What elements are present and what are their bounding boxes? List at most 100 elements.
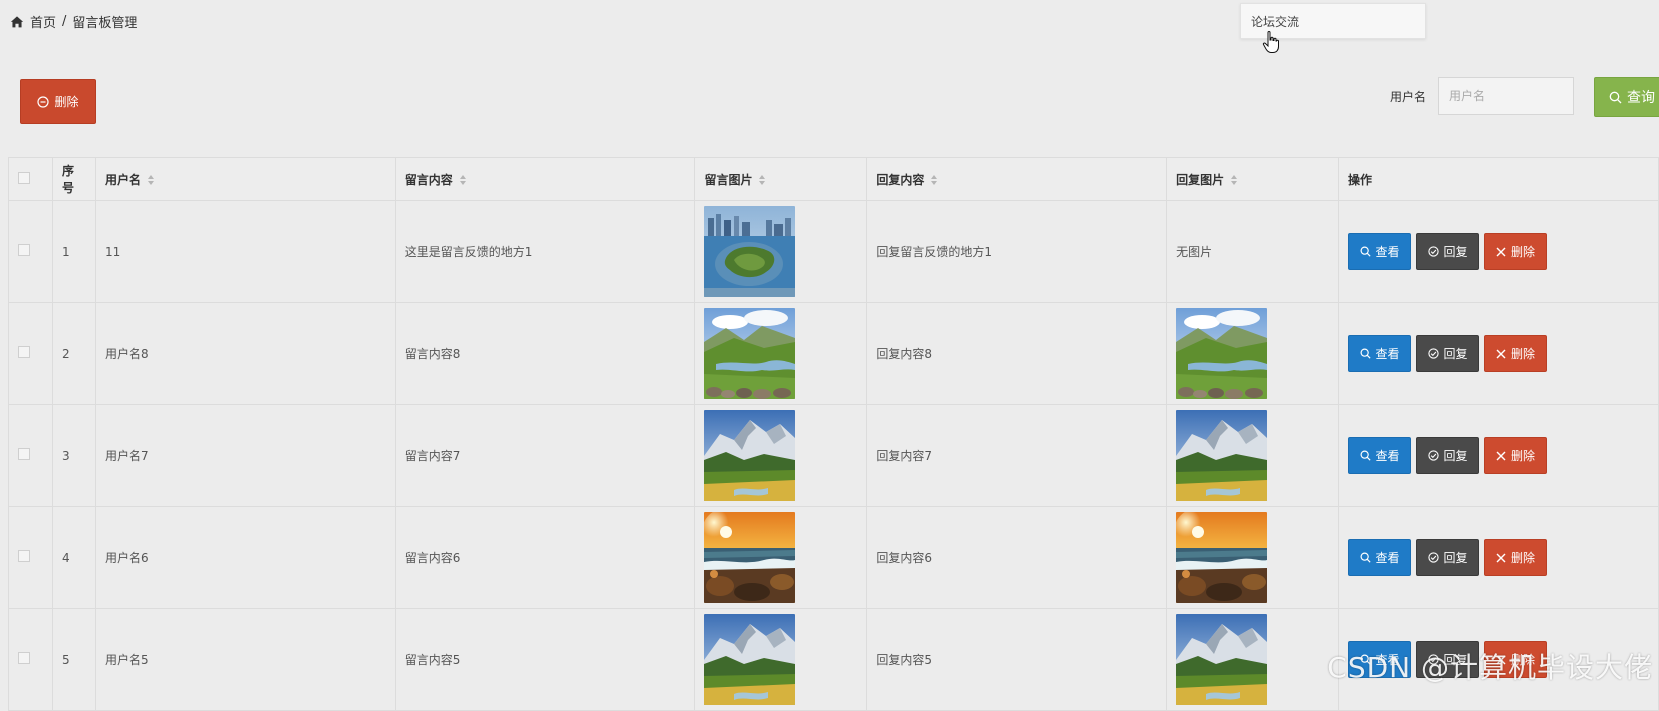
search-icon bbox=[1360, 348, 1371, 359]
row-checkbox[interactable] bbox=[18, 652, 30, 664]
header-reply[interactable]: 回复内容 bbox=[866, 157, 1168, 201]
delete-button[interactable]: 删除 bbox=[1484, 539, 1548, 576]
header-content-label: 留言内容 bbox=[404, 172, 453, 187]
header-reply-image[interactable]: 回复图片 bbox=[1166, 157, 1340, 201]
check-circle-icon bbox=[1427, 552, 1439, 563]
row-reply: 回复留言反馈的地方1 bbox=[866, 200, 1168, 303]
message-image[interactable] bbox=[704, 512, 795, 603]
delete-label: 删除 bbox=[1511, 449, 1536, 463]
row-reply-image bbox=[1166, 404, 1340, 507]
header-username[interactable]: 用户名 bbox=[94, 157, 396, 201]
row-image bbox=[694, 302, 868, 405]
row-checkbox[interactable] bbox=[18, 244, 30, 256]
sort-icon[interactable] bbox=[930, 174, 938, 186]
message-image[interactable] bbox=[704, 614, 795, 705]
reply-image[interactable] bbox=[1176, 308, 1267, 399]
search-label: 用户名 bbox=[1390, 90, 1427, 104]
reply-image[interactable] bbox=[1176, 512, 1267, 603]
view-label: 查看 bbox=[1375, 245, 1400, 259]
search-icon bbox=[1360, 246, 1371, 257]
sort-icon[interactable] bbox=[147, 174, 155, 186]
table-row: 3 用户名7 留言内容7 回复内容7 查看 回复 删除 bbox=[8, 404, 1659, 507]
row-index: 1 bbox=[51, 200, 96, 303]
search-icon bbox=[1360, 552, 1371, 563]
close-icon bbox=[1496, 553, 1506, 562]
message-image[interactable] bbox=[704, 410, 795, 501]
row-reply-image bbox=[1166, 302, 1340, 405]
search-button[interactable]: 查询 bbox=[1594, 77, 1659, 117]
hand-cursor-icon bbox=[1262, 31, 1279, 53]
row-select-cell bbox=[8, 200, 53, 303]
close-icon bbox=[1496, 451, 1506, 460]
delete-button[interactable]: 删除 bbox=[1484, 437, 1548, 474]
delete-button[interactable]: 删除 bbox=[1484, 233, 1548, 270]
row-actions: 查看 回复 删除 bbox=[1338, 404, 1659, 507]
reply-button[interactable]: 回复 bbox=[1416, 233, 1480, 270]
row-image bbox=[694, 200, 868, 303]
reply-image[interactable] bbox=[1176, 614, 1267, 705]
reply-image[interactable] bbox=[1176, 410, 1267, 501]
search-icon bbox=[1609, 91, 1622, 103]
check-circle-icon bbox=[1427, 450, 1439, 461]
header-reply-image-label: 回复图片 bbox=[1176, 172, 1225, 187]
home-icon[interactable] bbox=[10, 15, 24, 29]
message-image[interactable] bbox=[704, 206, 795, 297]
close-icon bbox=[1496, 349, 1506, 358]
no-image-text: 无图片 bbox=[1176, 245, 1213, 259]
delete-label: 删除 bbox=[1511, 245, 1536, 259]
header-ops: 操作 bbox=[1338, 157, 1659, 201]
row-index: 4 bbox=[51, 506, 96, 609]
table-header-row: 序号 用户名 留言内容 留言图片 回复内容 回复图片 操作 bbox=[8, 157, 1659, 201]
row-content: 留言内容6 bbox=[394, 506, 696, 609]
row-image bbox=[694, 608, 868, 711]
row-content: 留言内容5 bbox=[394, 608, 696, 711]
sort-icon[interactable] bbox=[758, 174, 766, 186]
batch-delete-button[interactable]: 删除 bbox=[20, 79, 96, 124]
row-username: 用户名7 bbox=[94, 404, 396, 507]
row-image bbox=[694, 404, 868, 507]
header-ops-label: 操作 bbox=[1348, 172, 1373, 187]
row-checkbox[interactable] bbox=[18, 550, 30, 562]
watermark: CSDN @计算机毕设大佬 bbox=[1327, 651, 1653, 684]
header-image[interactable]: 留言图片 bbox=[694, 157, 868, 201]
reply-label: 回复 bbox=[1443, 347, 1468, 361]
row-checkbox[interactable] bbox=[18, 448, 30, 460]
reply-label: 回复 bbox=[1443, 449, 1468, 463]
delete-button[interactable]: 删除 bbox=[1484, 335, 1548, 372]
select-all-cell bbox=[8, 157, 53, 201]
header-content[interactable]: 留言内容 bbox=[394, 157, 696, 201]
username-search-input[interactable] bbox=[1438, 77, 1574, 115]
row-actions: 查看 回复 删除 bbox=[1338, 302, 1659, 405]
header-index-label: 序号 bbox=[61, 164, 74, 195]
view-button[interactable]: 查看 bbox=[1348, 335, 1412, 372]
dropdown-item-forum[interactable]: 论坛交流 bbox=[1251, 13, 1299, 30]
close-icon bbox=[1496, 247, 1506, 256]
view-label: 查看 bbox=[1375, 551, 1400, 565]
row-index: 3 bbox=[51, 404, 96, 507]
row-content: 留言内容7 bbox=[394, 404, 696, 507]
reply-button[interactable]: 回复 bbox=[1416, 539, 1480, 576]
view-button[interactable]: 查看 bbox=[1348, 233, 1412, 270]
view-button[interactable]: 查看 bbox=[1348, 539, 1412, 576]
row-actions: 查看 回复 删除 bbox=[1338, 200, 1659, 303]
sort-icon[interactable] bbox=[1230, 174, 1238, 186]
row-image bbox=[694, 506, 868, 609]
row-select-cell bbox=[8, 608, 53, 711]
table-row: 4 用户名6 留言内容6 回复内容6 查看 回复 删除 bbox=[8, 506, 1659, 609]
breadcrumb-current: 留言板管理 bbox=[72, 16, 138, 31]
row-select-cell bbox=[8, 302, 53, 405]
search-button-label: 查询 bbox=[1627, 90, 1655, 106]
sort-icon[interactable] bbox=[459, 174, 467, 186]
reply-button[interactable]: 回复 bbox=[1416, 335, 1480, 372]
row-reply-image: 无图片 bbox=[1166, 200, 1340, 303]
select-all-checkbox[interactable] bbox=[18, 171, 30, 184]
breadcrumb-home[interactable]: 首页 bbox=[30, 12, 56, 31]
row-username: 用户名5 bbox=[94, 608, 396, 711]
reply-button[interactable]: 回复 bbox=[1416, 437, 1480, 474]
view-button[interactable]: 查看 bbox=[1348, 437, 1412, 474]
message-image[interactable] bbox=[704, 308, 795, 399]
header-index: 序号 bbox=[51, 157, 96, 201]
check-circle-icon bbox=[1427, 246, 1439, 257]
header-username-label: 用户名 bbox=[104, 172, 141, 187]
row-checkbox[interactable] bbox=[18, 346, 30, 358]
